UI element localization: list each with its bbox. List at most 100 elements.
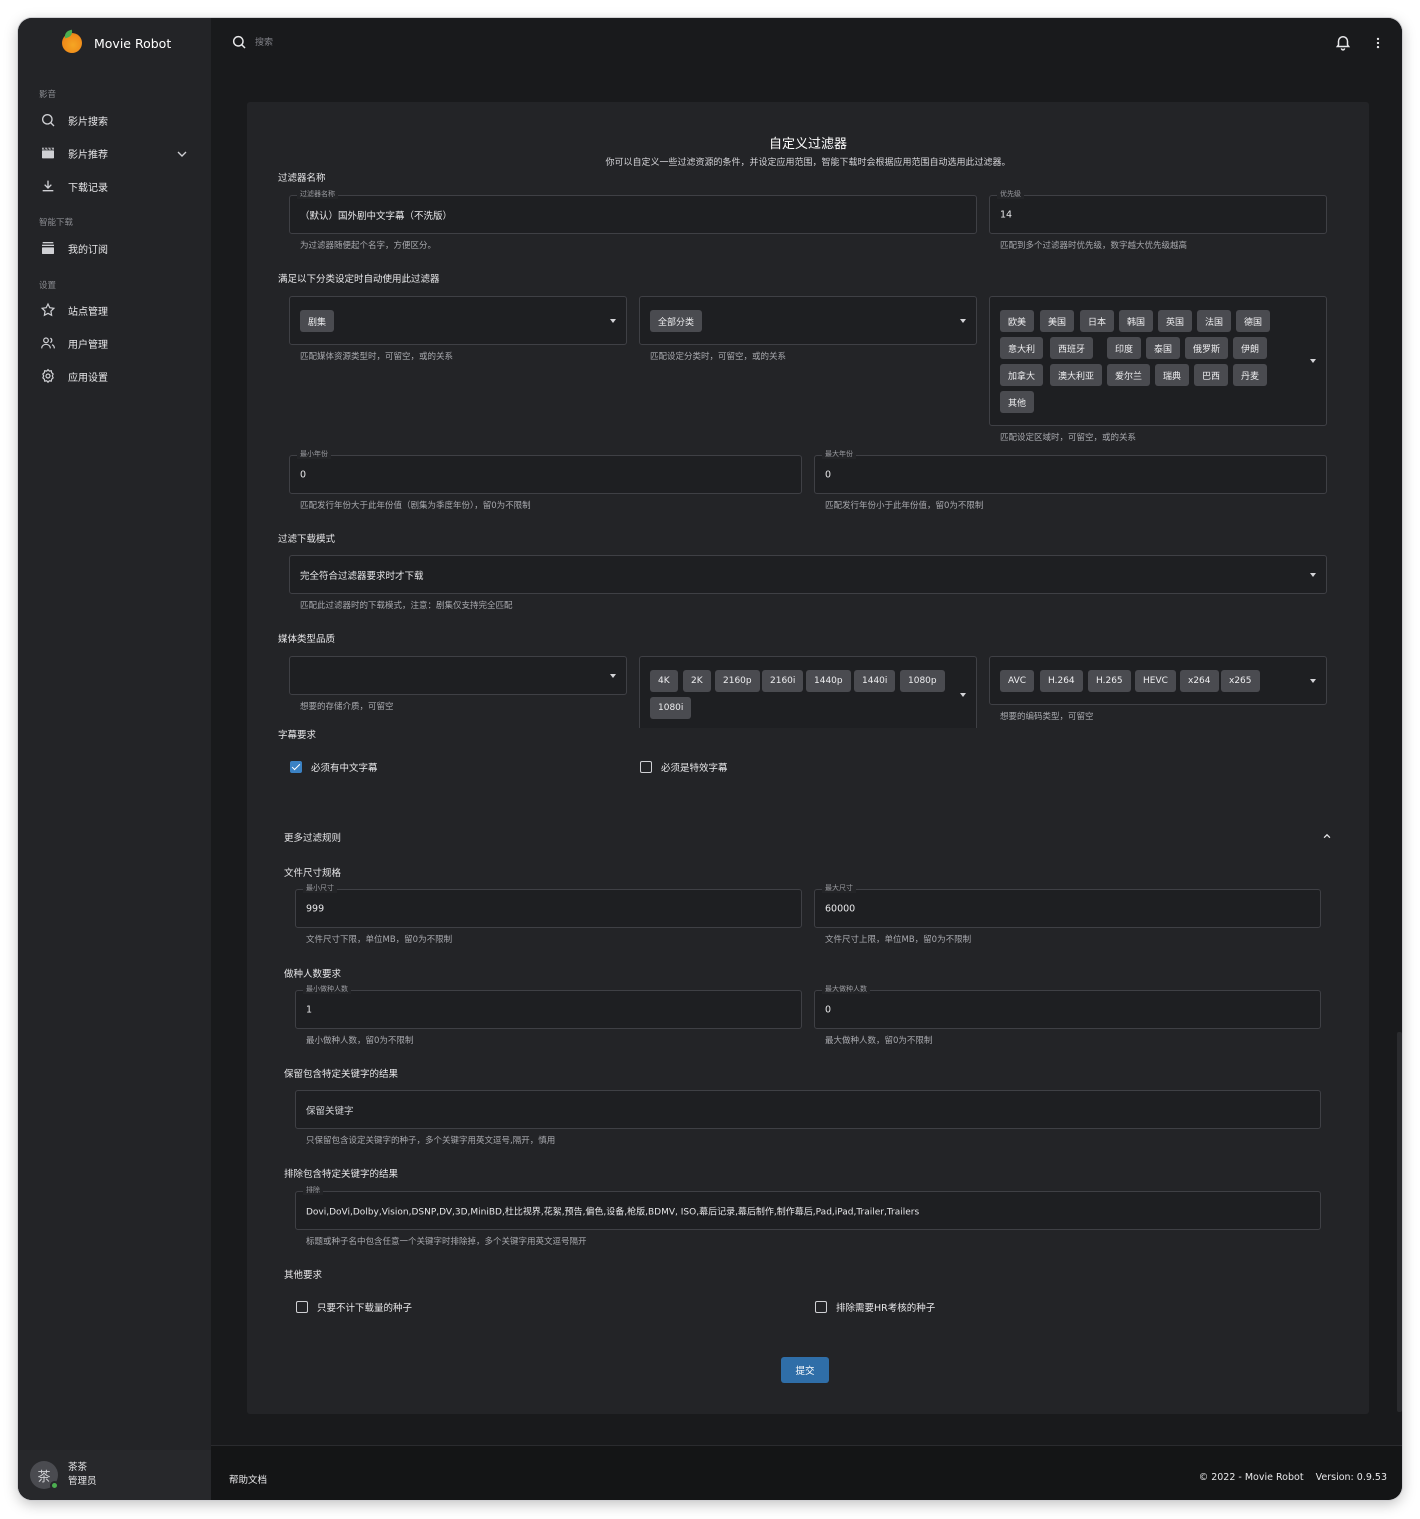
- field-hint: 匹配发行年份小于此年份值，留0为不限制: [825, 501, 984, 511]
- user-panel[interactable]: 茶 茶茶 管理员: [18, 1450, 211, 1500]
- chip[interactable]: 印度: [1107, 337, 1142, 359]
- chip[interactable]: 西班牙: [1050, 337, 1094, 359]
- checkbox-unchecked-icon: [640, 761, 652, 773]
- field-hint: 文件尺寸下限，单位MB，留0为不限制: [306, 935, 453, 945]
- chip[interactable]: HEVC: [1135, 670, 1176, 692]
- chip[interactable]: 丹麦: [1233, 364, 1268, 386]
- bell-icon[interactable]: [1334, 33, 1352, 51]
- chip[interactable]: 俄罗斯: [1185, 337, 1229, 359]
- field-hint: 最大做种人数，留0为不限制: [825, 1036, 933, 1046]
- chip[interactable]: 爱尔兰: [1107, 364, 1151, 386]
- topbar: [211, 18, 1402, 68]
- sidebar-item-movie-search[interactable]: 影片搜索: [40, 108, 190, 132]
- chip[interactable]: 4K: [650, 670, 678, 692]
- submit-button[interactable]: 提交: [781, 1357, 829, 1383]
- download-mode-select[interactable]: 完全符合过滤器要求时才下载: [289, 555, 1327, 594]
- more-menu-icon[interactable]: [1371, 35, 1385, 51]
- chip[interactable]: 1080p: [900, 670, 945, 692]
- chip[interactable]: 瑞典: [1155, 364, 1190, 386]
- media-select[interactable]: [289, 656, 627, 695]
- sidebar-item-label: 站点管理: [68, 306, 108, 318]
- sidebar-item-sites[interactable]: 站点管理: [40, 298, 190, 322]
- field-value: 14: [1000, 209, 1013, 220]
- chip[interactable]: 巴西: [1194, 364, 1229, 386]
- chip[interactable]: 2160p: [715, 670, 760, 692]
- chevron-up-icon[interactable]: [1322, 831, 1332, 841]
- chip[interactable]: 韩国: [1119, 310, 1154, 332]
- sidebar-item-subscriptions[interactable]: 我的订阅: [40, 236, 190, 260]
- region-select[interactable]: 欧美 美国 日本 韩国 英国 法国 德国 意大利 西班牙 印度 泰国 俄罗斯 伊…: [989, 296, 1327, 426]
- keep-keywords-input[interactable]: 保留关键字: [295, 1090, 1321, 1129]
- chip[interactable]: 日本: [1080, 310, 1115, 332]
- chip[interactable]: H.264: [1040, 670, 1083, 692]
- chip[interactable]: 1440p: [806, 670, 851, 692]
- filter-name-input[interactable]: 过滤器名称 （默认）国外剧中文字幕（不洗版）: [289, 189, 977, 234]
- min-seeders-input[interactable]: 最小做种人数 1: [295, 984, 802, 1029]
- chip[interactable]: 欧美: [1000, 310, 1035, 332]
- dropdown-arrow-icon: [960, 318, 966, 323]
- search-icon[interactable]: [231, 34, 247, 50]
- resolution-select[interactable]: 4K 2K 2160p 2160i 1440p 1440i 1080p 1080…: [639, 656, 977, 728]
- priority-input[interactable]: 优先级 14: [989, 189, 1327, 234]
- chevron-down-icon[interactable]: [174, 146, 190, 162]
- chip[interactable]: 加拿大: [1000, 364, 1044, 386]
- sidebar-item-users[interactable]: 用户管理: [40, 331, 190, 355]
- search-input[interactable]: [255, 34, 455, 52]
- chip[interactable]: 1080i: [650, 697, 692, 719]
- chip[interactable]: 全部分类: [650, 310, 703, 332]
- field-value: 999: [306, 903, 325, 914]
- checkbox-checked-icon: [290, 761, 302, 773]
- chip[interactable]: 2160i: [762, 670, 804, 692]
- media-type-select[interactable]: 剧集: [289, 296, 627, 345]
- exclude-keywords-input[interactable]: 排除 Dovi,DoVi,Dolby,Vision,DSNP,DV,3D,Min…: [295, 1185, 1321, 1230]
- name-section-label: 过滤器名称: [278, 173, 326, 184]
- chip[interactable]: AVC: [1000, 670, 1035, 692]
- exclude-hr-checkbox[interactable]: 排除需要HR考核的种子: [815, 1300, 935, 1314]
- category-select[interactable]: 全部分类: [639, 296, 977, 345]
- chip[interactable]: 伊朗: [1233, 337, 1268, 359]
- min-year-input[interactable]: 最小年份 0: [289, 449, 802, 494]
- sidebar-item-downloads[interactable]: 下载记录: [40, 174, 190, 198]
- brand[interactable]: Movie Robot: [62, 33, 171, 53]
- chip[interactable]: 剧集: [300, 310, 335, 332]
- max-seeders-input[interactable]: 最大做种人数 0: [814, 984, 1321, 1029]
- field-label: 最大做种人数: [822, 984, 870, 994]
- sidebar-item-settings[interactable]: 应用设置: [40, 364, 190, 388]
- min-size-input[interactable]: 最小尺寸 999: [295, 883, 802, 928]
- scrollbar[interactable]: [1397, 1032, 1402, 1412]
- field-label: 过滤器名称: [297, 189, 338, 199]
- max-year-input[interactable]: 最大年份 0: [814, 449, 1327, 494]
- chip[interactable]: 德国: [1236, 310, 1271, 332]
- chinese-subtitle-checkbox[interactable]: 必须有中文字幕: [290, 760, 378, 774]
- chip[interactable]: 泰国: [1146, 337, 1181, 359]
- field-label: 排除: [303, 1185, 323, 1195]
- chip[interactable]: x265: [1221, 670, 1260, 692]
- chip[interactable]: 美国: [1040, 310, 1075, 332]
- effects-subtitle-checkbox[interactable]: 必须是特效字幕: [640, 760, 728, 774]
- avatar[interactable]: 茶: [30, 1461, 59, 1490]
- sidebar-item-label: 应用设置: [68, 372, 108, 384]
- chip[interactable]: 意大利: [1000, 337, 1044, 359]
- chip[interactable]: 法国: [1197, 310, 1232, 332]
- chip[interactable]: 2K: [683, 670, 711, 692]
- chip[interactable]: 澳大利亚: [1050, 364, 1103, 386]
- dropdown-arrow-icon: [1310, 678, 1316, 683]
- avatar-char: 茶: [37, 1469, 51, 1485]
- chip[interactable]: x264: [1180, 670, 1219, 692]
- subtitle-section-label: 字幕要求: [278, 730, 317, 741]
- more-rules-header[interactable]: 更多过滤规则: [284, 830, 341, 844]
- free-only-checkbox[interactable]: 只要不计下载量的种子: [296, 1300, 412, 1314]
- keep-section-label: 保留包含特定关键字的结果: [284, 1069, 399, 1080]
- footer: 帮助文档 © 2022 - Movie Robot Version: 0.9.5…: [211, 1445, 1402, 1500]
- sidebar-item-label: 我的订阅: [68, 244, 108, 256]
- chip[interactable]: H.265: [1088, 670, 1131, 692]
- chip[interactable]: 1440i: [854, 670, 896, 692]
- max-size-input[interactable]: 最大尺寸 60000: [814, 883, 1321, 928]
- help-docs-link[interactable]: 帮助文档: [229, 1472, 267, 1486]
- chip[interactable]: 其他: [1000, 391, 1035, 413]
- section-smart-download: 智能下载: [39, 218, 74, 228]
- sidebar-item-recommend[interactable]: 影片推荐: [40, 141, 190, 165]
- film-icon: [42, 147, 54, 159]
- chip[interactable]: 英国: [1158, 310, 1193, 332]
- codec-select[interactable]: AVC H.264 H.265 HEVC x264 x265: [989, 656, 1327, 705]
